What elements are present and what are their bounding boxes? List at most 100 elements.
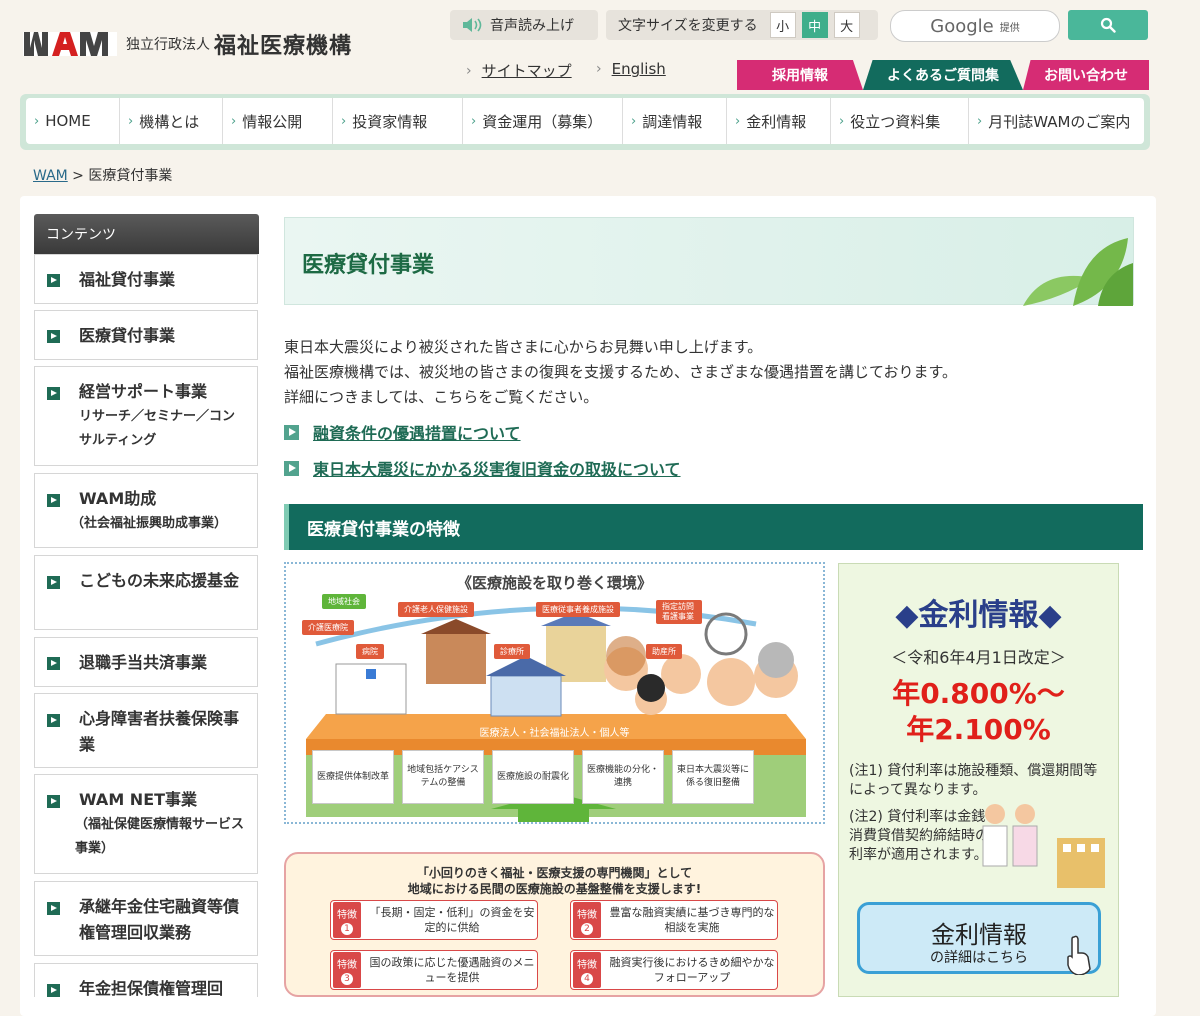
search-button[interactable] <box>1068 10 1148 40</box>
nav-procurement[interactable]: › 調達情報 <box>623 98 727 144</box>
breadcrumb-home[interactable]: WAM <box>33 168 68 184</box>
link-disaster-recovery-funds[interactable]: 東日本大震災にかかる災害復旧資金の取扱について <box>284 456 681 480</box>
voice-read-label: 音声読み上げ <box>490 18 574 34</box>
env-box: 地域包括ケアシステムの整備 <box>402 750 484 804</box>
pointer-hand-icon <box>1067 935 1091 975</box>
font-size-large-button[interactable]: 大 <box>833 12 860 38</box>
feature-item: 特徴 4 融資実行後におけるきめ細やかなフォローアップ <box>570 950 778 990</box>
env-box: 医療機能の分化・連携 <box>582 750 664 804</box>
arrow-square-icon <box>47 984 60 997</box>
env-tag: 助産所 <box>646 644 682 659</box>
feature-badge: 特徴 2 <box>573 902 601 938</box>
leaf-decoration-icon <box>1023 238 1133 306</box>
rate-details-line-1: 金利情報 <box>931 921 1027 949</box>
env-tag: 診療所 <box>494 644 530 659</box>
english-link[interactable]: › English <box>596 60 666 78</box>
support-line-1: 「小回りのきく福祉・医療支援の専門機関」として <box>416 866 693 880</box>
chevron-right-icon: › <box>341 113 347 129</box>
arrow-square-icon <box>284 424 299 440</box>
sidebar-item-welfare-loans[interactable]: 福祉貸付事業 <box>34 254 258 304</box>
feature-item: 特徴 1 「長期・固定・低利」の資金を安定的に供給 <box>330 900 538 940</box>
nav-resources[interactable]: › 役立つ資料集 <box>831 98 969 144</box>
rate-revised-date: ＜令和6年4月1日改定＞ <box>891 648 1066 667</box>
arrow-square-icon <box>47 714 60 727</box>
sidebar-item-medical-loans[interactable]: 医療貸付事業 <box>34 310 258 360</box>
support-arrow-label: 支援 <box>534 830 567 849</box>
feature-badge: 特徴 3 <box>333 952 361 988</box>
env-tag: 介護医療院 <box>302 620 354 635</box>
features-heading: 医療貸付事業の特徴 <box>284 504 1143 550</box>
sidebar-item-wam-net[interactable]: WAM NET事業 （福祉保健医療情報サービス事業） <box>34 774 258 874</box>
feature-item: 特徴 3 国の政策に応じた優遇融資のメニューを提供 <box>330 950 538 990</box>
page-title: 医療貸付事業 <box>302 253 435 278</box>
env-tag: 病院 <box>356 644 384 659</box>
rate-details-line-2: の詳細はこちら <box>930 950 1028 966</box>
rate-details-button[interactable]: 金利情報 の詳細はこちら <box>857 902 1101 975</box>
chevron-right-icon: › <box>977 113 983 129</box>
arrow-square-icon <box>47 657 60 670</box>
sitemap-link[interactable]: › サイトマップ <box>466 60 572 81</box>
sidebar-item-wam-grant[interactable]: WAM助成 （社会福祉振興助成事業） <box>34 473 258 548</box>
env-platform-label: 医療法人・社会福祉法人・個人等 <box>479 728 630 739</box>
chevron-right-icon: › <box>471 113 477 129</box>
env-box: 東日本大震災等に係る復旧整備 <box>672 750 754 804</box>
chevron-right-icon: › <box>631 113 637 129</box>
env-box: 医療施設の耐震化 <box>492 750 574 804</box>
env-tag: 地域社会 <box>322 594 366 609</box>
nav-home[interactable]: › HOME <box>26 98 120 144</box>
support-box: 「小回りのきく福祉・医療支援の専門機関」として 地域における民間の医療施設の基盤… <box>284 852 825 997</box>
tab-recruit[interactable]: 採用情報 <box>737 60 863 90</box>
rate-note-2: (注2) 貸付利率は金銭消費貸借契約締結時の利率が適用されます。 <box>849 809 989 863</box>
wam-logo-icon <box>23 32 117 56</box>
arrow-square-icon <box>284 460 299 476</box>
sidebar-item-pension-collateral[interactable]: 年金担保債権管理回 <box>34 963 258 997</box>
nav-interest-rates[interactable]: › 金利情報 <box>727 98 831 144</box>
sidebar-heading: コンテンツ <box>34 214 259 254</box>
env-tag: 医療従事者養成施設 <box>536 602 620 617</box>
sidebar-item-management-support[interactable]: 経営サポート事業 リサーチ／セミナー／コンサルティング <box>34 366 258 466</box>
interest-rate-card: ◆金利情報◆ ＜令和6年4月1日改定＞ 年0.800%～ 年2.100% (注1… <box>838 563 1119 997</box>
nav-disclosure[interactable]: › 情報公開 <box>223 98 333 144</box>
font-size-control: 文字サイズを変更する 小 中 大 <box>606 10 878 40</box>
font-size-small-button[interactable]: 小 <box>769 12 796 38</box>
chevron-right-icon: › <box>34 113 40 129</box>
env-tag: 介護老人保健施設 <box>398 602 474 617</box>
intro-line-3: 詳細につきましては、こちらをご覧ください。 <box>284 388 599 406</box>
voice-read-button[interactable]: 音声読み上げ <box>450 10 598 40</box>
search-icon <box>1100 17 1116 33</box>
search-brand-sub: 提供 <box>999 22 1020 34</box>
org-name: 福祉医療機構 <box>214 34 353 59</box>
sitemap-label: サイトマップ <box>481 62 572 80</box>
font-size-medium-button[interactable]: 中 <box>801 12 828 38</box>
rate-note-1: (注1) 貸付利率は施設種類、償還期間等によって異なります。 <box>849 763 1098 798</box>
tab-contact[interactable]: お問い合わせ <box>1023 60 1149 90</box>
tab-faq[interactable]: よくあるご質問集 <box>863 60 1023 90</box>
breadcrumb-separator: > <box>67 168 89 184</box>
sidebar-item-retirement-allowance[interactable]: 退職手当共済事業 <box>34 637 258 687</box>
intro-line-1: 東日本大震災により被災された皆さまに心からお見舞い申し上げます。 <box>284 338 763 356</box>
speaker-icon <box>463 18 482 32</box>
arrow-square-icon <box>47 330 60 343</box>
breadcrumb-current: 医療貸付事業 <box>88 168 173 184</box>
site-logo[interactable]: 独立行政法人 福祉医療機構 <box>22 26 362 62</box>
feature-badge: 特徴 1 <box>333 902 361 938</box>
nav-monthly-wam[interactable]: › 月刊誌WAMのご案内 <box>969 98 1144 144</box>
nav-about[interactable]: › 機構とは <box>120 98 223 144</box>
env-tag: 指定訪問看護事業 <box>656 600 702 624</box>
search-input[interactable]: Google 提供 <box>890 10 1060 42</box>
feature-item: 特徴 2 豊富な融資実績に基づき専門的な相談を実施 <box>570 900 778 940</box>
sidebar-item-children-fund[interactable]: こどもの未来応援基金 <box>34 555 258 630</box>
env-box: 医療提供体制改革 <box>312 750 394 804</box>
org-type: 独立行政法人 <box>126 37 210 53</box>
arrow-square-icon <box>47 902 60 915</box>
feature-badge: 特徴 4 <box>573 952 601 988</box>
sidebar-item-pension-housing[interactable]: 承継年金住宅融資等債権管理回収業務 <box>34 881 258 956</box>
english-label: English <box>611 60 666 78</box>
sidebar-item-disability-insurance[interactable]: 心身障害者扶養保険事業 <box>34 693 258 768</box>
nav-investors[interactable]: › 投資家情報 <box>333 98 463 144</box>
chevron-right-icon: › <box>596 61 602 77</box>
link-preferential-terms[interactable]: 融資条件の優遇措置について <box>284 420 521 444</box>
arrow-square-icon <box>47 576 60 589</box>
nav-fund-management[interactable]: › 資金運用（募集） <box>463 98 623 144</box>
rate-from: 年0.800%～ <box>892 677 1065 710</box>
